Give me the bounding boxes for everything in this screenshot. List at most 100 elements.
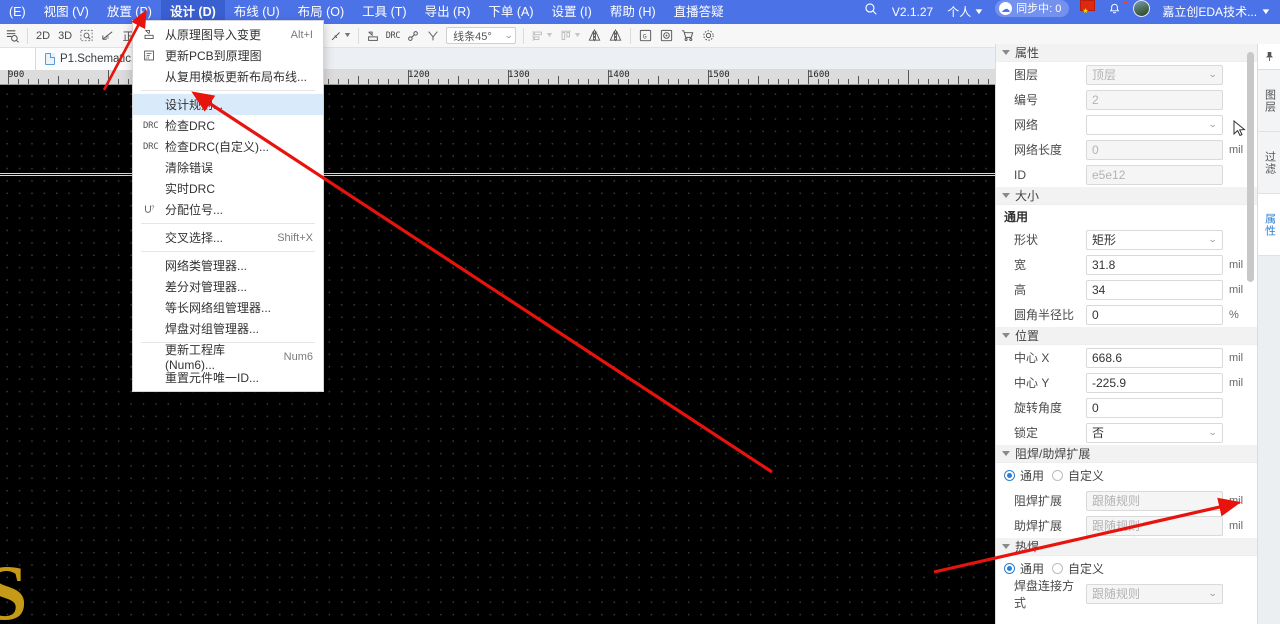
property-field-中心 Y[interactable]: -225.9 <box>1086 372 1223 393</box>
property-label: 中心 Y <box>1014 376 1050 390</box>
menu-option-5[interactable]: DRC 检查DRC(自定义)... <box>133 136 323 157</box>
gerber-export-icon[interactable]: G <box>635 25 656 47</box>
cart-icon[interactable] <box>677 25 698 47</box>
dimension-tool-icon[interactable]: ▼ <box>326 25 354 47</box>
sync-status[interactable]: ☁ 同步中: 0 <box>991 0 1073 24</box>
menu-option-15[interactable]: 重置元件唯一ID... <box>133 367 323 388</box>
notification-bell-icon[interactable] <box>1102 0 1129 24</box>
menu-option-1[interactable]: 21 更新PCB到原理图 <box>133 45 323 66</box>
menu-option-shortcut: Num6 <box>283 350 313 363</box>
route-tool-icon[interactable] <box>423 25 443 47</box>
align-top-icon[interactable]: ▼ <box>556 25 584 47</box>
section-title: 属性 <box>1015 46 1040 60</box>
flip-horizontal-icon[interactable] <box>584 25 605 47</box>
avatar[interactable] <box>1129 0 1154 24</box>
section-header-0[interactable]: 属性 <box>996 44 1257 62</box>
section-header-3[interactable]: 阻焊/助焊扩展 <box>996 445 1257 463</box>
menu-option-8[interactable]: ? 分配位号... <box>133 199 323 220</box>
radio-general[interactable]: 通用 <box>1004 467 1044 484</box>
menu-option-12[interactable]: 等长网络组管理器... <box>133 297 323 318</box>
menu-option-0[interactable]: 从原理图导入变更 Alt+I <box>133 24 323 45</box>
photo-view-icon[interactable] <box>656 25 677 47</box>
view-3d-button[interactable]: 3D <box>54 25 76 47</box>
settings-gear-icon[interactable] <box>698 25 719 47</box>
radio-label: 通用 <box>1020 562 1045 576</box>
section-header-4[interactable]: 热焊 <box>996 538 1257 556</box>
pin-icon[interactable] <box>1258 44 1280 70</box>
property-value: 矩形 <box>1092 233 1117 247</box>
menu-divider <box>141 90 315 91</box>
property-field-锁定[interactable]: 否 ⌄ <box>1086 422 1223 443</box>
property-field-宽[interactable]: 31.8 <box>1086 254 1223 275</box>
radio-custom[interactable]: 自定义 <box>1052 560 1104 577</box>
menu-option-4[interactable]: DRC 检查DRC <box>133 115 323 136</box>
property-field-图层[interactable]: 顶层 ⌄ <box>1086 64 1223 85</box>
drc-icon[interactable]: DRC <box>383 25 403 47</box>
menu-item-settings[interactable]: 设置 (I) <box>543 0 601 24</box>
property-field-网络长度[interactable]: 0 <box>1086 139 1223 160</box>
property-field-形状[interactable]: 矩形 ⌄ <box>1086 229 1223 250</box>
menu-divider <box>141 223 315 224</box>
import-change-icon[interactable] <box>363 25 383 47</box>
chevron-down-icon[interactable]: ▼ <box>573 32 582 39</box>
menu-option-6[interactable]: 清除错误 <box>133 157 323 178</box>
menu-item-view[interactable]: 视图 (V) <box>35 0 98 24</box>
svg-text:G: G <box>643 33 647 40</box>
menu-option-9[interactable]: 交叉选择... Shift+X <box>133 227 323 248</box>
net-tool-icon[interactable] <box>403 25 423 47</box>
flip-vertical-icon[interactable] <box>605 25 626 47</box>
property-field-编号[interactable]: 2 <box>1086 89 1223 110</box>
property-field-助焊扩展[interactable]: 跟随规则 <box>1086 515 1223 536</box>
align-left-icon[interactable]: ▼ <box>528 25 556 47</box>
select-area-icon[interactable] <box>76 25 97 47</box>
menu-option-11[interactable]: 差分对管理器... <box>133 276 323 297</box>
route-angle-select[interactable]: 线条45° ⌄ <box>446 27 517 44</box>
search-icon[interactable] <box>858 0 884 24</box>
user-menu[interactable]: 嘉立创EDA技术... ▼ <box>1156 0 1276 24</box>
drc-icon: DRC <box>143 120 159 131</box>
property-field-阻焊扩展[interactable]: 跟随规则 <box>1086 490 1223 511</box>
section-header-1[interactable]: 大小 <box>996 187 1257 205</box>
properties-panel[interactable]: 属性 图层 顶层 ⌄ 编号 2 网络 ⌄ 网络长度 0 mil ID e5e12 大小 通用 形状 矩形 ⌄ 宽 31… <box>995 44 1257 624</box>
design-menu-dropdown[interactable]: 从原理图导入变更 Alt+I 21 更新PCB到原理图 从复用模板更新布局布线... 设计… <box>132 20 324 392</box>
china-flag-icon[interactable] <box>1075 0 1100 24</box>
menu-item-file[interactable]: (E) <box>0 0 35 24</box>
menu-option-10[interactable]: 网络类管理器... <box>133 255 323 276</box>
section-header-2[interactable]: 位置 <box>996 327 1257 345</box>
property-label: 锁定 <box>1014 426 1039 440</box>
account-type-dropdown[interactable]: 个人 ▼ <box>941 0 989 24</box>
radio-general[interactable]: 通用 <box>1004 560 1044 577</box>
menu-item-live-qa[interactable]: 直播答疑 <box>665 0 733 24</box>
view-2d-button[interactable]: 2D <box>32 25 54 47</box>
tab-layers[interactable]: 图层 <box>1258 70 1280 132</box>
menu-item-tools[interactable]: 工具 (T) <box>353 0 415 24</box>
radio-custom[interactable]: 自定义 <box>1052 467 1104 484</box>
property-field-高[interactable]: 34 <box>1086 279 1223 300</box>
menu-option-3[interactable]: 设计规则... <box>133 94 323 115</box>
property-field-焊盘连接方式[interactable]: 跟随规则 ⌄ <box>1086 583 1223 604</box>
menu-item-export[interactable]: 导出 (R) <box>416 0 480 24</box>
menu-option-14[interactable]: 更新工程库(Num6)... Num6 <box>133 343 323 372</box>
chevron-down-icon[interactable]: ▼ <box>545 32 554 39</box>
menu-option-13[interactable]: 焊盘对组管理器... <box>133 318 323 339</box>
property-row: 旋转角度 0 <box>996 395 1257 420</box>
board-search-icon[interactable] <box>2 25 23 47</box>
measure-icon[interactable]: a <box>97 25 118 47</box>
tab-properties[interactable]: 属性 <box>1258 194 1280 256</box>
property-field-中心 X[interactable]: 668.6 <box>1086 347 1223 368</box>
tab-filter[interactable]: 过滤 <box>1258 132 1280 194</box>
tab-strip-leading <box>0 48 36 70</box>
menu-option-2[interactable]: 从复用模板更新布局布线... <box>133 66 323 87</box>
chevron-down-icon[interactable]: ▼ <box>343 32 352 39</box>
property-field-网络[interactable]: ⌄ <box>1086 114 1223 135</box>
properties-scrollbar[interactable] <box>1247 52 1254 282</box>
menu-item-order[interactable]: 下单 (A) <box>479 0 542 24</box>
property-field-圆角半径比[interactable]: 0 <box>1086 304 1223 325</box>
chevron-down-icon: ⌄ <box>1208 427 1218 437</box>
property-row: 助焊扩展 跟随规则 mil <box>996 513 1257 538</box>
property-field-旋转角度[interactable]: 0 <box>1086 397 1223 418</box>
menu-option-7[interactable]: 实时DRC <box>133 178 323 199</box>
menu-item-help[interactable]: 帮助 (H) <box>601 0 665 24</box>
radio-label: 自定义 <box>1068 469 1105 483</box>
property-field-ID[interactable]: e5e12 <box>1086 164 1223 185</box>
